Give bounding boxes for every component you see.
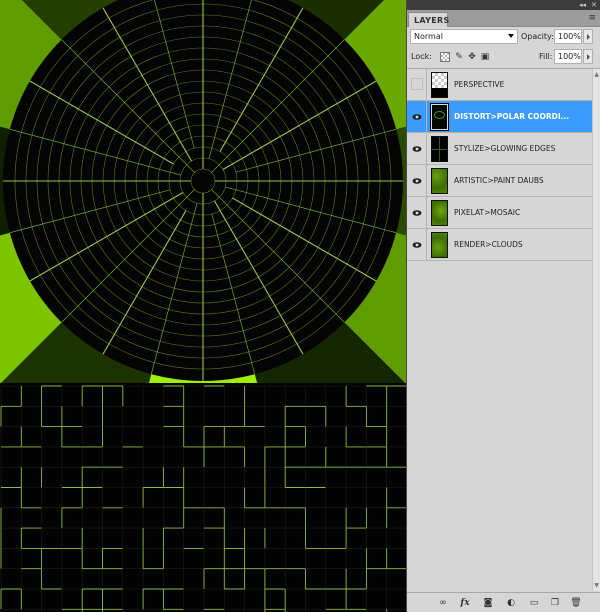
layer-name: RENDER>CLOUDS — [454, 240, 523, 249]
visibility-toggle[interactable] — [407, 197, 427, 228]
fx-icon[interactable]: fx — [459, 597, 471, 609]
layer-name: STYLIZE>GLOWING EDGES — [454, 144, 556, 153]
layer-thumbnail — [431, 168, 448, 194]
layer-row-selected[interactable]: DISTORT>POLAR COORDI... — [407, 101, 593, 133]
layer-thumbnail — [431, 200, 448, 226]
polar-coordinates-image — [0, 0, 406, 383]
lock-label: Lock: — [411, 52, 432, 61]
panel-menu-icon[interactable]: ≡ — [588, 13, 596, 23]
visibility-toggle[interactable] — [407, 229, 427, 260]
eye-icon — [412, 146, 422, 152]
layer-thumbnail — [431, 136, 448, 162]
add-mask-icon[interactable]: ◙ — [482, 597, 494, 609]
blend-mode-value: Normal — [414, 32, 443, 41]
close-panel-button[interactable]: ✕ — [591, 1, 597, 9]
layers-bottom-toolbar: ∞ fx ◙ ◐ ▭ ❐ 🗑 — [407, 592, 600, 612]
layer-row[interactable]: PERSPECTIVE — [407, 69, 593, 101]
layer-row[interactable]: PIXELAT>MOSAIC — [407, 197, 593, 229]
collapse-panel-button[interactable]: ◂◂ — [579, 1, 586, 9]
layer-thumbnail — [431, 232, 448, 258]
panel-titlebar: ◂◂ ✕ — [407, 0, 600, 10]
mosaic-background — [0, 383, 406, 612]
visibility-toggle[interactable] — [407, 69, 427, 100]
layer-thumbnail — [431, 72, 448, 98]
opacity-input[interactable]: 100% — [554, 29, 582, 44]
tab-layers[interactable]: LAYERS — [408, 12, 449, 27]
scroll-up-arrow-icon[interactable]: ▲ — [594, 71, 599, 78]
eye-icon — [412, 210, 422, 216]
eye-icon — [412, 114, 422, 120]
layer-name: PERSPECTIVE — [454, 80, 505, 89]
glowing-mosaic-image — [0, 383, 406, 612]
layers-list: PERSPECTIVE DISTORT>POLAR COORDI... STYL… — [407, 69, 593, 261]
layer-name: DISTORT>POLAR COORDI... — [454, 112, 570, 121]
blend-mode-select[interactable]: Normal — [410, 29, 518, 44]
layers-panel: ◂◂ ✕ LAYERS ≡ Normal Opacity: 100% Lock:… — [406, 0, 600, 612]
adjustment-layer-icon[interactable]: ◐ — [505, 597, 517, 609]
lock-transparent-icon[interactable] — [440, 52, 450, 62]
opacity-slider-button[interactable] — [583, 29, 593, 44]
scroll-down-arrow-icon[interactable]: ▼ — [594, 582, 599, 589]
delete-layer-icon[interactable]: 🗑 — [570, 597, 582, 609]
link-layers-icon[interactable]: ∞ — [437, 597, 449, 609]
chevron-down-icon — [508, 34, 514, 38]
layer-row[interactable]: STYLIZE>GLOWING EDGES — [407, 133, 593, 165]
visibility-toggle[interactable] — [407, 101, 427, 132]
fill-slider-button[interactable] — [583, 49, 593, 64]
lock-fill-row: Lock: ✎ ✥ ▣ Fill: 100% — [407, 47, 600, 69]
layer-row[interactable]: ARTISTIC>PAINT DAUBS — [407, 165, 593, 197]
eye-icon — [412, 242, 422, 248]
visibility-off-box — [411, 78, 423, 90]
visibility-toggle[interactable] — [407, 165, 427, 196]
opacity-label: Opacity: — [521, 32, 554, 41]
layer-row[interactable]: RENDER>CLOUDS — [407, 229, 593, 261]
layer-name: ARTISTIC>PAINT DAUBS — [454, 176, 544, 185]
new-group-icon[interactable]: ▭ — [528, 597, 540, 609]
photoshop-window: ◂◂ ✕ LAYERS ≡ Normal Opacity: 100% Lock:… — [0, 0, 600, 612]
eye-icon — [412, 178, 422, 184]
document-canvas[interactable] — [0, 0, 406, 612]
lock-move-icon[interactable]: ✥ — [467, 52, 477, 62]
blend-opacity-row: Normal Opacity: 100% — [407, 27, 600, 47]
fill-input[interactable]: 100% — [554, 49, 582, 64]
layers-scrollbar[interactable]: ▲ ▼ — [592, 69, 600, 591]
new-layer-icon[interactable]: ❐ — [549, 597, 561, 609]
lock-paint-icon[interactable]: ✎ — [454, 52, 464, 62]
visibility-toggle[interactable] — [407, 133, 427, 164]
fill-label: Fill: — [539, 52, 553, 61]
lock-all-icon[interactable]: ▣ — [480, 52, 490, 62]
layer-name: PIXELAT>MOSAIC — [454, 208, 521, 217]
layer-thumbnail — [430, 103, 449, 131]
panel-tab-row: LAYERS ≡ — [407, 10, 600, 27]
